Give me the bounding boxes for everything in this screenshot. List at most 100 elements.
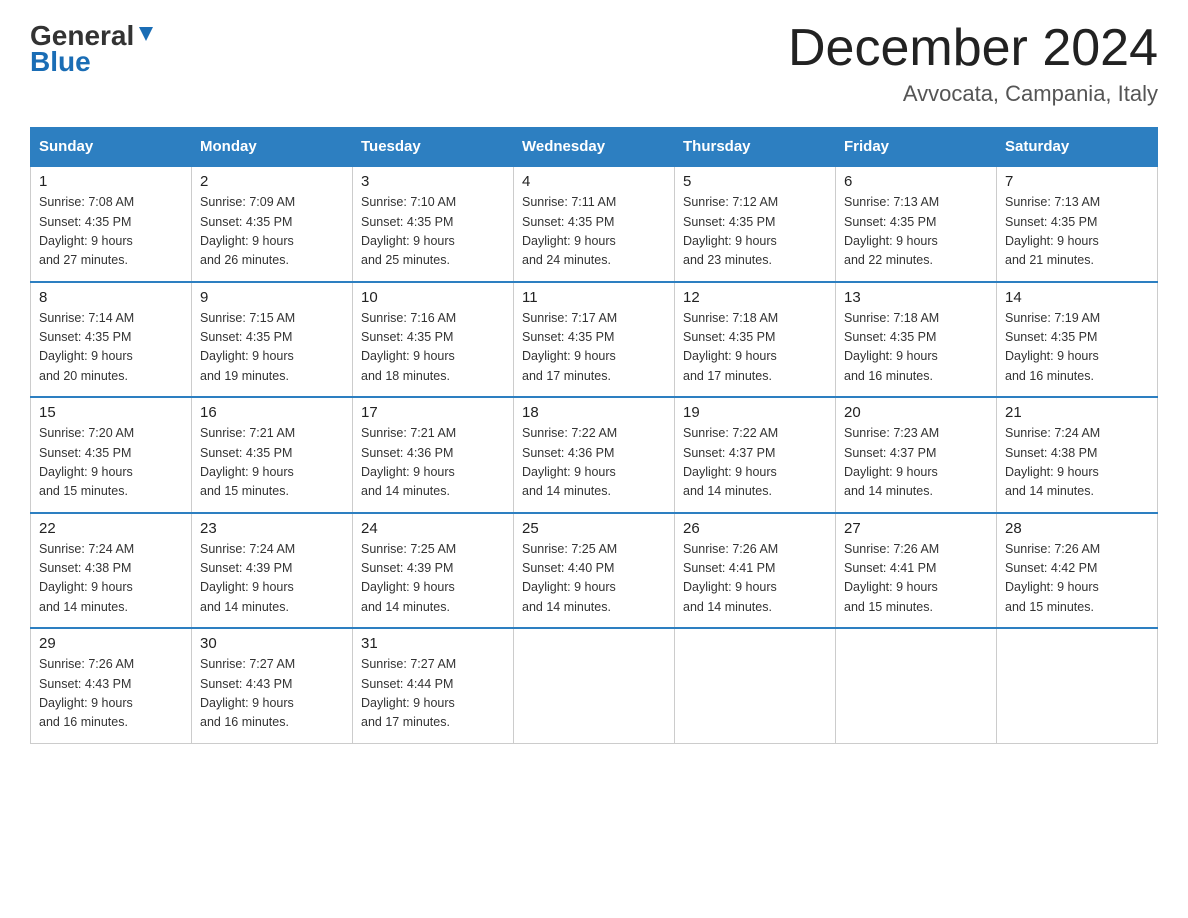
- day-number: 3: [361, 173, 505, 190]
- calendar-cell: 7 Sunrise: 7:13 AMSunset: 4:35 PMDayligh…: [997, 166, 1158, 282]
- calendar-cell: 17 Sunrise: 7:21 AMSunset: 4:36 PMDaylig…: [353, 397, 514, 513]
- calendar-week-4: 22 Sunrise: 7:24 AMSunset: 4:38 PMDaylig…: [31, 513, 1158, 629]
- day-number: 24: [361, 520, 505, 537]
- calendar-cell: [997, 628, 1158, 743]
- day-info: Sunrise: 7:21 AMSunset: 4:35 PMDaylight:…: [200, 424, 344, 502]
- calendar-cell: 19 Sunrise: 7:22 AMSunset: 4:37 PMDaylig…: [675, 397, 836, 513]
- day-info: Sunrise: 7:26 AMSunset: 4:41 PMDaylight:…: [844, 540, 988, 618]
- day-number: 20: [844, 404, 988, 421]
- calendar-cell: 4 Sunrise: 7:11 AMSunset: 4:35 PMDayligh…: [514, 166, 675, 282]
- day-number: 27: [844, 520, 988, 537]
- day-info: Sunrise: 7:13 AMSunset: 4:35 PMDaylight:…: [1005, 193, 1149, 271]
- day-number: 23: [200, 520, 344, 537]
- calendar-header-monday: Monday: [192, 128, 353, 167]
- day-info: Sunrise: 7:16 AMSunset: 4:35 PMDaylight:…: [361, 309, 505, 387]
- day-info: Sunrise: 7:21 AMSunset: 4:36 PMDaylight:…: [361, 424, 505, 502]
- calendar-cell: 13 Sunrise: 7:18 AMSunset: 4:35 PMDaylig…: [836, 282, 997, 398]
- calendar-cell: 6 Sunrise: 7:13 AMSunset: 4:35 PMDayligh…: [836, 166, 997, 282]
- day-info: Sunrise: 7:18 AMSunset: 4:35 PMDaylight:…: [683, 309, 827, 387]
- day-number: 19: [683, 404, 827, 421]
- day-info: Sunrise: 7:08 AMSunset: 4:35 PMDaylight:…: [39, 193, 183, 271]
- day-info: Sunrise: 7:22 AMSunset: 4:36 PMDaylight:…: [522, 424, 666, 502]
- calendar-cell: 22 Sunrise: 7:24 AMSunset: 4:38 PMDaylig…: [31, 513, 192, 629]
- day-number: 21: [1005, 404, 1149, 421]
- calendar-cell: 23 Sunrise: 7:24 AMSunset: 4:39 PMDaylig…: [192, 513, 353, 629]
- day-info: Sunrise: 7:24 AMSunset: 4:38 PMDaylight:…: [1005, 424, 1149, 502]
- calendar-cell: 25 Sunrise: 7:25 AMSunset: 4:40 PMDaylig…: [514, 513, 675, 629]
- day-number: 31: [361, 635, 505, 652]
- calendar-cell: 2 Sunrise: 7:09 AMSunset: 4:35 PMDayligh…: [192, 166, 353, 282]
- calendar-cell: 29 Sunrise: 7:26 AMSunset: 4:43 PMDaylig…: [31, 628, 192, 743]
- calendar-cell: 9 Sunrise: 7:15 AMSunset: 4:35 PMDayligh…: [192, 282, 353, 398]
- day-number: 26: [683, 520, 827, 537]
- calendar-cell: 26 Sunrise: 7:26 AMSunset: 4:41 PMDaylig…: [675, 513, 836, 629]
- calendar-header-thursday: Thursday: [675, 128, 836, 167]
- logo-arrow-icon: [135, 23, 157, 45]
- day-info: Sunrise: 7:12 AMSunset: 4:35 PMDaylight:…: [683, 193, 827, 271]
- day-info: Sunrise: 7:18 AMSunset: 4:35 PMDaylight:…: [844, 309, 988, 387]
- calendar-cell: 12 Sunrise: 7:18 AMSunset: 4:35 PMDaylig…: [675, 282, 836, 398]
- day-info: Sunrise: 7:25 AMSunset: 4:39 PMDaylight:…: [361, 540, 505, 618]
- day-number: 12: [683, 289, 827, 306]
- calendar-header-sunday: Sunday: [31, 128, 192, 167]
- logo: General Blue: [30, 20, 157, 78]
- day-info: Sunrise: 7:26 AMSunset: 4:43 PMDaylight:…: [39, 655, 183, 733]
- calendar-header-saturday: Saturday: [997, 128, 1158, 167]
- day-number: 7: [1005, 173, 1149, 190]
- logo-blue-text: Blue: [30, 46, 91, 78]
- calendar-cell: 30 Sunrise: 7:27 AMSunset: 4:43 PMDaylig…: [192, 628, 353, 743]
- day-info: Sunrise: 7:10 AMSunset: 4:35 PMDaylight:…: [361, 193, 505, 271]
- day-number: 1: [39, 173, 183, 190]
- calendar-cell: 8 Sunrise: 7:14 AMSunset: 4:35 PMDayligh…: [31, 282, 192, 398]
- day-info: Sunrise: 7:22 AMSunset: 4:37 PMDaylight:…: [683, 424, 827, 502]
- calendar-cell: [675, 628, 836, 743]
- day-number: 29: [39, 635, 183, 652]
- day-info: Sunrise: 7:19 AMSunset: 4:35 PMDaylight:…: [1005, 309, 1149, 387]
- calendar-cell: 10 Sunrise: 7:16 AMSunset: 4:35 PMDaylig…: [353, 282, 514, 398]
- day-number: 25: [522, 520, 666, 537]
- calendar-week-1: 1 Sunrise: 7:08 AMSunset: 4:35 PMDayligh…: [31, 166, 1158, 282]
- calendar-week-5: 29 Sunrise: 7:26 AMSunset: 4:43 PMDaylig…: [31, 628, 1158, 743]
- day-number: 13: [844, 289, 988, 306]
- day-number: 10: [361, 289, 505, 306]
- calendar-header-wednesday: Wednesday: [514, 128, 675, 167]
- calendar-cell: 3 Sunrise: 7:10 AMSunset: 4:35 PMDayligh…: [353, 166, 514, 282]
- calendar-cell: 11 Sunrise: 7:17 AMSunset: 4:35 PMDaylig…: [514, 282, 675, 398]
- calendar-cell: 16 Sunrise: 7:21 AMSunset: 4:35 PMDaylig…: [192, 397, 353, 513]
- calendar-cell: 31 Sunrise: 7:27 AMSunset: 4:44 PMDaylig…: [353, 628, 514, 743]
- calendar-cell: 15 Sunrise: 7:20 AMSunset: 4:35 PMDaylig…: [31, 397, 192, 513]
- calendar-cell: 1 Sunrise: 7:08 AMSunset: 4:35 PMDayligh…: [31, 166, 192, 282]
- title-block: December 2024 Avvocata, Campania, Italy: [788, 20, 1158, 107]
- day-number: 30: [200, 635, 344, 652]
- day-number: 9: [200, 289, 344, 306]
- day-info: Sunrise: 7:26 AMSunset: 4:41 PMDaylight:…: [683, 540, 827, 618]
- calendar-cell: 27 Sunrise: 7:26 AMSunset: 4:41 PMDaylig…: [836, 513, 997, 629]
- day-number: 11: [522, 289, 666, 306]
- page-title: December 2024: [788, 20, 1158, 77]
- day-info: Sunrise: 7:26 AMSunset: 4:42 PMDaylight:…: [1005, 540, 1149, 618]
- day-info: Sunrise: 7:17 AMSunset: 4:35 PMDaylight:…: [522, 309, 666, 387]
- day-number: 16: [200, 404, 344, 421]
- day-number: 4: [522, 173, 666, 190]
- day-number: 28: [1005, 520, 1149, 537]
- day-number: 17: [361, 404, 505, 421]
- calendar-week-3: 15 Sunrise: 7:20 AMSunset: 4:35 PMDaylig…: [31, 397, 1158, 513]
- day-info: Sunrise: 7:25 AMSunset: 4:40 PMDaylight:…: [522, 540, 666, 618]
- day-info: Sunrise: 7:14 AMSunset: 4:35 PMDaylight:…: [39, 309, 183, 387]
- calendar-cell: 20 Sunrise: 7:23 AMSunset: 4:37 PMDaylig…: [836, 397, 997, 513]
- day-number: 18: [522, 404, 666, 421]
- calendar-table: SundayMondayTuesdayWednesdayThursdayFrid…: [30, 127, 1158, 744]
- day-number: 22: [39, 520, 183, 537]
- day-number: 2: [200, 173, 344, 190]
- calendar-cell: [514, 628, 675, 743]
- day-info: Sunrise: 7:13 AMSunset: 4:35 PMDaylight:…: [844, 193, 988, 271]
- calendar-cell: 14 Sunrise: 7:19 AMSunset: 4:35 PMDaylig…: [997, 282, 1158, 398]
- calendar-cell: 28 Sunrise: 7:26 AMSunset: 4:42 PMDaylig…: [997, 513, 1158, 629]
- day-number: 14: [1005, 289, 1149, 306]
- calendar-cell: 18 Sunrise: 7:22 AMSunset: 4:36 PMDaylig…: [514, 397, 675, 513]
- day-info: Sunrise: 7:20 AMSunset: 4:35 PMDaylight:…: [39, 424, 183, 502]
- calendar-cell: 21 Sunrise: 7:24 AMSunset: 4:38 PMDaylig…: [997, 397, 1158, 513]
- calendar-cell: 5 Sunrise: 7:12 AMSunset: 4:35 PMDayligh…: [675, 166, 836, 282]
- calendar-cell: 24 Sunrise: 7:25 AMSunset: 4:39 PMDaylig…: [353, 513, 514, 629]
- day-info: Sunrise: 7:27 AMSunset: 4:44 PMDaylight:…: [361, 655, 505, 733]
